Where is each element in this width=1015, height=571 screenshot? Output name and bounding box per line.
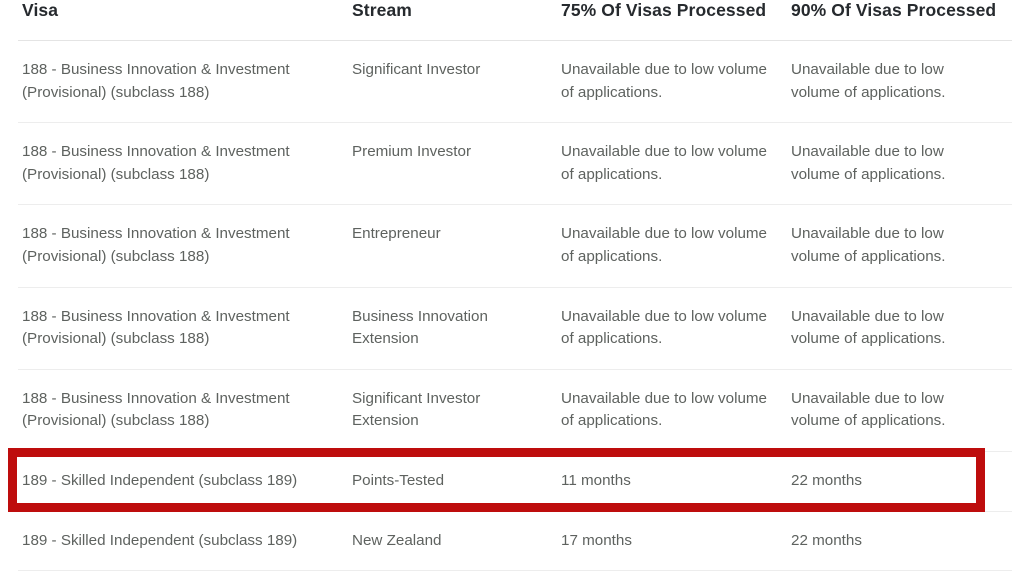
cell-90-percent: Unavailable due to low volume of applica… <box>791 122 1012 206</box>
cell-stream: Significant Investor <box>352 40 561 124</box>
table-row: 188 - Business Innovation & Investment (… <box>18 369 1012 452</box>
cell-90-percent: Unavailable due to low volume of applica… <box>791 40 1012 124</box>
table-row: 188 - Business Innovation & Investment (… <box>18 287 1012 370</box>
cell-visa: 188 - Business Innovation & Investment (… <box>18 287 352 370</box>
column-header-visa: Visa <box>18 0 352 41</box>
visa-processing-times-table-container: Visa Stream 75% Of Visas Processed 90% O… <box>0 0 1015 571</box>
cell-visa: 188 - Business Innovation & Investment (… <box>18 40 352 124</box>
cell-visa: 189 - Skilled Independent (subclass 189) <box>18 511 352 571</box>
cell-75-percent: Unavailable due to low volume of applica… <box>561 369 791 452</box>
cell-stream: Entrepreneur <box>352 204 561 288</box>
table-header: Visa Stream 75% Of Visas Processed 90% O… <box>18 0 1012 41</box>
cell-stream: Business Innovation Extension <box>352 287 561 370</box>
cell-stream: Premium Investor <box>352 122 561 206</box>
column-header-stream: Stream <box>352 0 561 41</box>
cell-90-percent: 22 months <box>791 511 1012 571</box>
cell-visa: 188 - Business Innovation & Investment (… <box>18 369 352 452</box>
column-header-90-percent: 90% Of Visas Processed <box>791 0 1012 41</box>
cell-75-percent: Unavailable due to low volume of applica… <box>561 122 791 206</box>
cell-visa: 189 - Skilled Independent (subclass 189) <box>18 451 352 512</box>
cell-stream: New Zealand <box>352 511 561 571</box>
cell-stream: Points-Tested <box>352 451 561 512</box>
cell-90-percent: Unavailable due to low volume of applica… <box>791 369 1012 452</box>
cell-visa: 188 - Business Innovation & Investment (… <box>18 204 352 288</box>
cell-90-percent: 22 months <box>791 451 1012 512</box>
column-header-75-percent-label: 75% Of Visas Processed <box>561 0 767 20</box>
table-row: 188 - Business Innovation & Investment (… <box>18 40 1012 124</box>
table-row: 188 - Business Innovation & Investment (… <box>18 122 1012 206</box>
column-header-visa-label: Visa <box>22 0 59 20</box>
cell-75-percent: 11 months <box>561 451 791 512</box>
table-header-row: Visa Stream 75% Of Visas Processed 90% O… <box>18 0 1012 41</box>
table-row: 189 - Skilled Independent (subclass 189)… <box>18 511 1012 571</box>
visa-processing-times-table: Visa Stream 75% Of Visas Processed 90% O… <box>18 0 1012 571</box>
table-body: 188 - Business Innovation & Investment (… <box>18 40 1012 571</box>
cell-visa: 188 - Business Innovation & Investment (… <box>18 122 352 206</box>
cell-75-percent: Unavailable due to low volume of applica… <box>561 40 791 124</box>
table-row: 188 - Business Innovation & Investment (… <box>18 204 1012 288</box>
table-row-highlighted: 189 - Skilled Independent (subclass 189)… <box>18 451 1012 512</box>
cell-90-percent: Unavailable due to low volume of applica… <box>791 204 1012 288</box>
cell-75-percent: Unavailable due to low volume of applica… <box>561 287 791 370</box>
column-header-90-percent-label: 90% Of Visas Processed <box>791 0 997 20</box>
column-header-stream-label: Stream <box>352 0 412 20</box>
column-header-75-percent: 75% Of Visas Processed <box>561 0 791 41</box>
cell-90-percent: Unavailable due to low volume of applica… <box>791 287 1012 370</box>
cell-75-percent: Unavailable due to low volume of applica… <box>561 204 791 288</box>
cell-stream: Significant Investor Extension <box>352 369 561 452</box>
cell-75-percent: 17 months <box>561 511 791 571</box>
